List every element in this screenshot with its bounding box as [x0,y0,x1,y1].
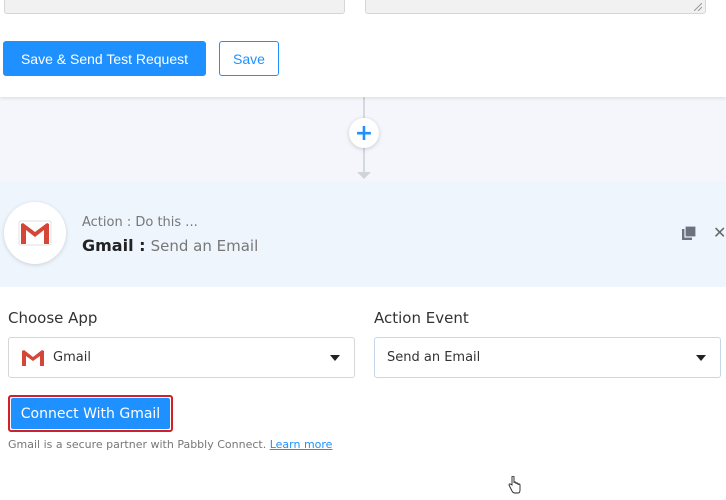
connector-arrow-icon [357,172,371,179]
copy-icon[interactable] [681,225,697,241]
connector-line-bottom [363,148,365,172]
connect-with-gmail-button[interactable]: Connect With Gmail [11,398,170,429]
resize-grip-icon[interactable] [694,3,702,11]
gmail-logo [4,202,66,264]
partner-note: Gmail is a secure partner with Pabbly Co… [8,438,332,451]
previous-step-panel: response OK Save & Send Test Request Sav… [0,0,726,97]
gmail-logo-icon [18,220,52,246]
caret-down-icon [696,355,706,361]
action-event-label: Action Event [374,309,469,327]
partner-text: Gmail is a secure partner with Pabbly Co… [8,438,267,451]
choose-app-label: Choose App [8,309,98,327]
choose-app-value: Gmail [53,350,91,365]
gmail-small-icon [22,349,44,366]
caret-down-icon [330,355,340,361]
connect-button-highlight: Connect With Gmail [8,395,173,432]
choose-app-select[interactable]: Gmail [8,337,355,378]
action-event-name: Send an Email [150,237,259,255]
plus-icon: + [354,120,374,146]
response-field[interactable]: response [4,0,345,14]
save-button[interactable]: Save [219,41,279,76]
action-event-value: Send an Email [387,350,481,365]
hand-cursor-icon [508,476,521,494]
action-subtitle: Action : Do this ... [82,215,198,230]
connector-line-top [363,97,365,118]
response-textarea[interactable]: OK [365,0,706,14]
add-step-button[interactable]: + [349,118,379,148]
action-step-header[interactable] [0,181,726,287]
action-event-select[interactable]: Send an Email [374,337,721,378]
learn-more-link[interactable]: Learn more [270,438,333,451]
action-app-name: Gmail : [82,236,146,255]
close-icon[interactable]: ✕ [713,223,726,242]
save-and-send-test-request-button[interactable]: Save & Send Test Request [3,41,206,76]
action-title: Gmail : Send an Email [82,236,258,255]
